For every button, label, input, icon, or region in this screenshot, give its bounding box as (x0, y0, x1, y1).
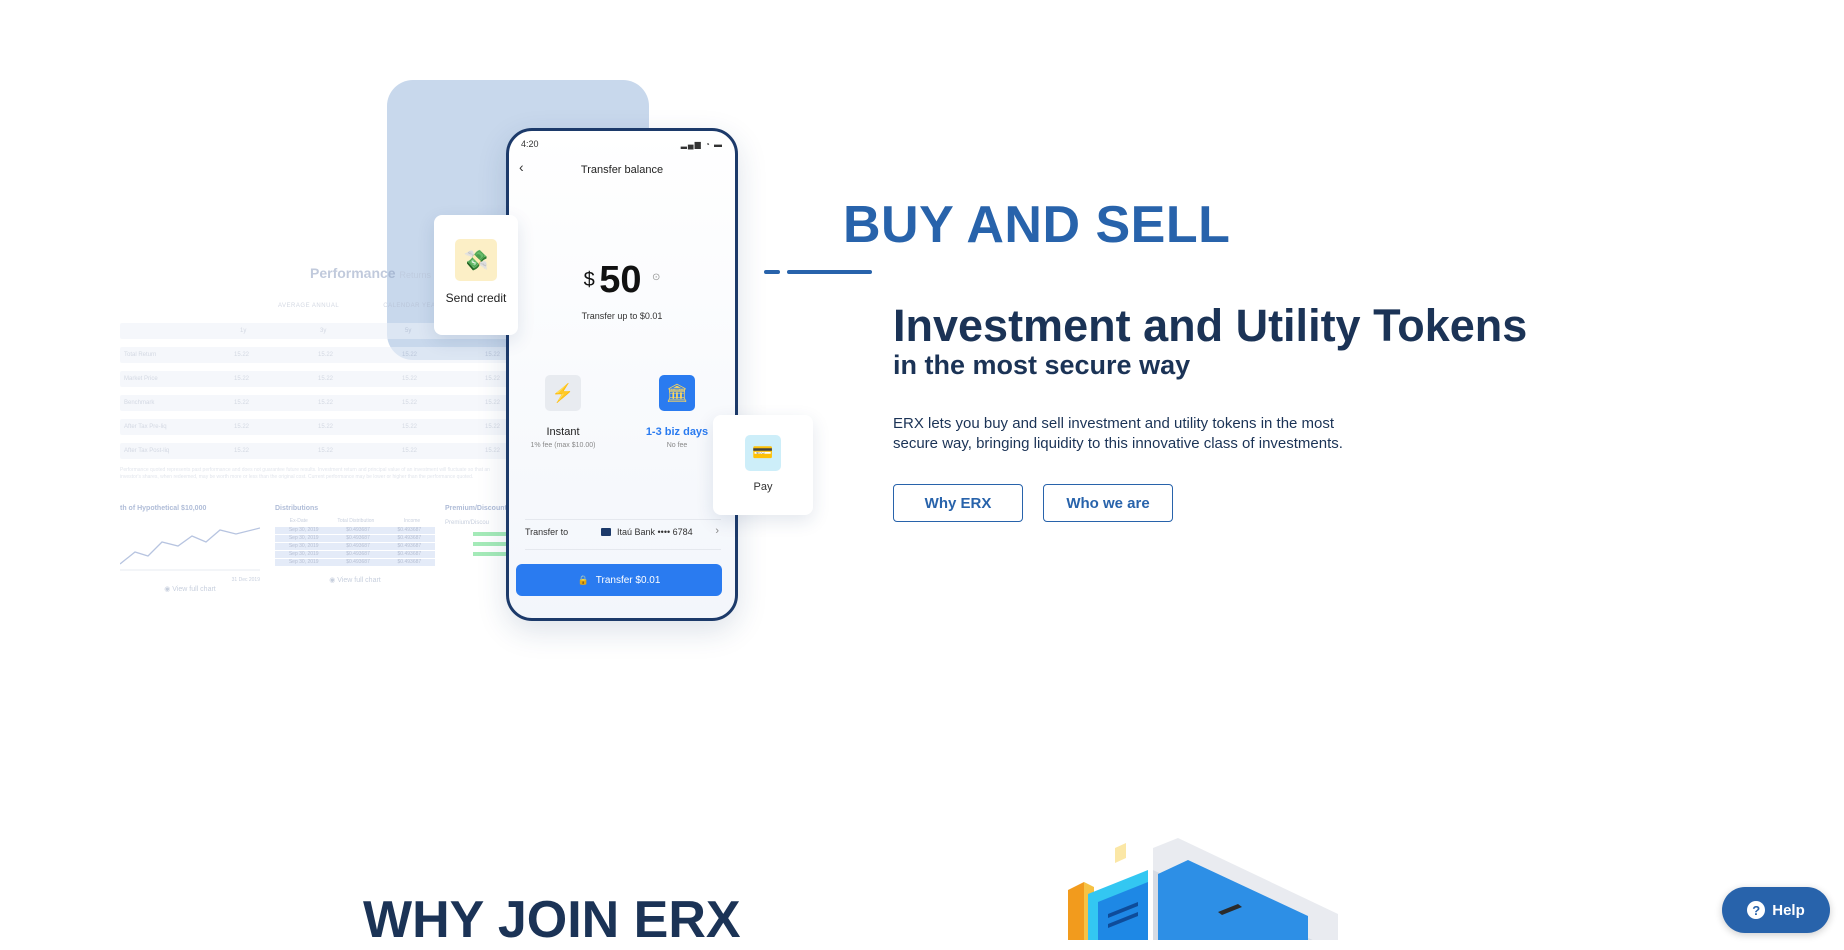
distributions-table: Distributions Ex-Date Total Distribution… (275, 505, 435, 584)
option-instant-fee: 1% fee (max $10.00) (530, 442, 596, 449)
phone-clock: 4:20 (521, 139, 539, 149)
view-full-chart-link[interactable]: ◉ View full chart (275, 576, 435, 584)
section-eyebrow: BUY AND SELL (843, 196, 1231, 254)
dashboard-footnote: Performance quoted represents past perfo… (120, 467, 490, 480)
isometric-device-illustration (1068, 838, 1338, 940)
bank-icon: 🏛 (659, 375, 695, 411)
transfer-button: 🔒 Transfer $0.01 (516, 564, 722, 596)
bank-account: Itaú Bank •••• 6784 (601, 527, 693, 537)
dashboard-row: After Tax Post-liq 15.22 15.22 15.22 15.… (120, 443, 520, 459)
dashboard-row: Benchmark 15.22 15.22 15.22 15.22 (120, 395, 520, 411)
divider (525, 519, 721, 520)
transfer-to-label: Transfer to (525, 527, 569, 537)
distributions-title: Distributions (275, 505, 319, 512)
who-we-are-button[interactable]: Who we are (1043, 484, 1173, 522)
option-standard-fee: No fee (666, 442, 688, 449)
option-instant-label: Instant (546, 426, 580, 438)
growth-chart: th of Hypothetical $10,000 31 Dec 2019 ◉… (119, 505, 261, 593)
growth-chart-line (119, 527, 261, 571)
send-credit-label: Send credit (445, 291, 507, 305)
distributions-header: Ex-Date Total Distribution Income (289, 518, 421, 524)
lightning-icon: ⚡ (545, 375, 581, 411)
pay-label: Pay (753, 481, 773, 493)
why-join-title: WHY JOIN ERX (363, 891, 741, 949)
decorative-dash (787, 270, 872, 274)
transfer-amount: $ 50 ⊙ (583, 259, 661, 301)
credit-card-icon: 💳 (745, 435, 781, 471)
bank-flag-icon (601, 528, 611, 536)
decorative-dash (764, 270, 780, 274)
info-icon: ⊙ (651, 272, 661, 283)
hero-description: ERX lets you buy and sell investment and… (893, 415, 1343, 452)
distributions-row: Sep 30, 2019 $0.493687 $0.493687 (275, 543, 435, 550)
dashboard-row: After Tax Pre-liq 15.22 15.22 15.22 15.2… (120, 419, 520, 435)
dashboard-title: Performance Returns (310, 265, 431, 281)
send-credit-card: 💸 Send credit (434, 215, 518, 335)
question-icon: ? (1747, 901, 1766, 919)
phone-mockup: 4:20 ▂▄▆ ◔ ▬ ‹ Transfer balance $ 50 ⊙ T… (506, 128, 738, 621)
hero-headline: Investment and Utility Tokens (893, 300, 1528, 351)
help-label: Help (1772, 901, 1805, 919)
signal-wifi-battery-icon: ▂▄▆ ◔ ▬ (680, 140, 723, 149)
growth-chart-title: th of Hypothetical $10,000 (120, 505, 207, 512)
growth-chart-date: 31 Dec 2019 (231, 577, 260, 583)
transfer-limit: Transfer up to $0.01 (581, 311, 663, 321)
distributions-row: Sep 30, 2019 $0.493687 $0.493687 (275, 535, 435, 542)
distributions-row: Sep 30, 2019 $0.493687 $0.493687 (275, 551, 435, 558)
premium-discount-panel: Premium/Discount Premium/Discou (445, 505, 533, 562)
dashboard-row: Market Price 15.22 15.22 15.22 15.22 (120, 371, 520, 387)
help-button[interactable]: ? Help (1722, 887, 1830, 933)
distributions-row: Sep 30, 2019 $0.493687 $0.493687 (275, 527, 435, 534)
distributions-row: Sep 30, 2019 $0.493687 $0.493687 (275, 559, 435, 566)
lock-icon: 🔒 (577, 574, 589, 585)
view-full-chart-link[interactable]: ◉ View full chart (120, 585, 260, 593)
why-erx-button[interactable]: Why ERX (893, 484, 1023, 522)
money-icon: 💸 (455, 239, 497, 281)
pay-card: 💳 Pay (713, 415, 813, 515)
premium-title: Premium/Discount (445, 505, 507, 512)
option-standard-label: 1-3 biz days (645, 426, 709, 438)
dashboard-row: Total Return 15.22 15.22 15.22 15.22 (120, 347, 520, 363)
divider (525, 549, 721, 550)
premium-subtitle: Premium/Discou (445, 520, 490, 526)
phone-screen-title: Transfer balance (580, 164, 664, 176)
chevron-right-icon: › (715, 525, 719, 537)
hero-subheadline: in the most secure way (893, 350, 1191, 380)
